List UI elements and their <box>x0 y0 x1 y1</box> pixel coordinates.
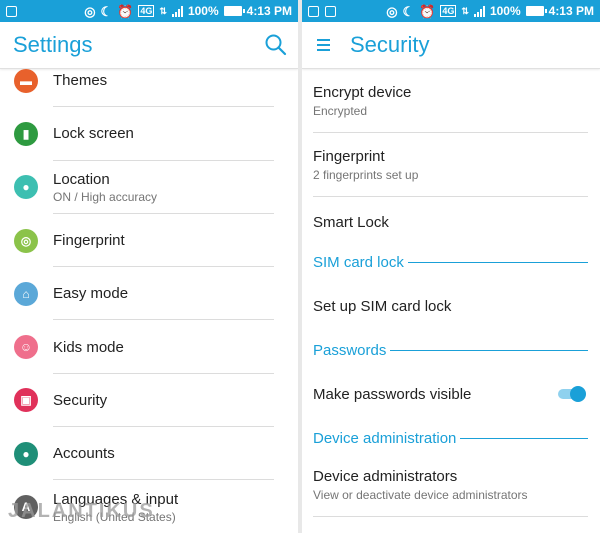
paint-roller-icon: ▬ <box>14 68 38 93</box>
moon-icon: ☾ <box>100 3 113 19</box>
security-screen: ◎ ☾ ⏰ 4G ⇅ 100% 4:13 PM Security Encrypt… <box>302 0 600 533</box>
settings-item-themes[interactable]: ▬ Themes <box>0 54 298 108</box>
lock-screen-icon: ▮ <box>14 121 38 146</box>
section-rule <box>390 349 588 351</box>
usb-icon <box>308 5 319 17</box>
section-rule <box>407 261 588 263</box>
section-header: Device administration <box>302 423 600 453</box>
settings-item-kids-mode[interactable]: ☺ Kids mode <box>0 320 298 374</box>
security-item-subtitle: 2 fingerprints set up <box>313 168 419 182</box>
alarm-icon: ⏰ <box>117 3 134 19</box>
menu-icon[interactable] <box>314 34 336 56</box>
alarm-icon: ⏰ <box>419 3 436 19</box>
settings-item-label: Easy mode <box>53 285 129 303</box>
battery-percent: 100% <box>489 4 521 18</box>
security-list: Encrypt device Encrypted Fingerprint 2 fing… <box>302 69 600 517</box>
account-icon: ● <box>14 441 38 466</box>
security-item-make-passwords-visible[interactable]: Make passwords visible <box>302 365 600 423</box>
network-type: 4G <box>440 5 457 17</box>
nfc-icon: ◎ <box>84 3 96 19</box>
settings-item-subtitle: ON / High accuracy <box>53 189 158 204</box>
security-item-smart-lock[interactable]: Smart Lock <box>302 197 600 247</box>
settings-item-text: Fingerprint <box>53 232 125 249</box>
security-item-label: Encrypt device <box>313 84 412 101</box>
security-item-fingerprint[interactable]: Fingerprint 2 fingerprints set up <box>302 133 600 197</box>
security-item-label: Smart Lock <box>313 213 389 231</box>
nfc-icon: ◎ <box>386 3 398 19</box>
padlock-icon: ▣ <box>14 388 38 413</box>
settings-item-label: Accounts <box>53 445 115 463</box>
settings-item-text: Kids mode <box>53 339 124 356</box>
battery-icon <box>525 6 547 16</box>
security-item-label: Make passwords visible <box>313 385 472 403</box>
security-item-device-administrators[interactable]: Device administrators View or deactivate … <box>302 453 600 517</box>
section-header: Passwords <box>302 335 600 365</box>
battery-percent: 100% <box>187 4 219 18</box>
settings-item-text: Easy mode <box>53 285 128 302</box>
section-rule <box>460 437 588 439</box>
fingerprint-icon: ◎ <box>14 228 38 253</box>
security-item-subtitle: View or deactivate device administrators <box>313 488 528 502</box>
kids-face-icon: ☺ <box>14 335 38 360</box>
settings-item-accounts[interactable]: ● Accounts <box>0 427 298 481</box>
image-icon <box>325 5 336 17</box>
settings-item-text: Themes <box>53 72 107 89</box>
settings-item-text: Lock screen <box>53 125 134 142</box>
settings-item-label: Themes <box>53 72 108 90</box>
section-header-label: Device administration <box>313 429 457 447</box>
settings-item-location[interactable]: ● Location ON / High accuracy <box>0 161 298 214</box>
signal-icon <box>473 5 485 17</box>
settings-item-label: Security <box>53 391 108 409</box>
network-type: 4G <box>138 5 155 17</box>
settings-screen: ◎ ☾ ⏰ 4G ⇅ 100% 4:13 PM Settings ▬ Themes… <box>0 0 298 533</box>
easy-mode-icon: ⌂ <box>14 281 38 306</box>
security-item-subtitle: Encrypted <box>313 104 368 118</box>
make-passwords-visible-toggle[interactable] <box>558 386 586 402</box>
settings-item-easy-mode[interactable]: ⌂ Easy mode <box>0 267 298 321</box>
clock: 4:13 PM <box>548 4 594 18</box>
settings-item-text: Accounts <box>53 445 115 462</box>
settings-item-security[interactable]: ▣ Security <box>0 374 298 428</box>
settings-item-label: Fingerprint <box>53 232 125 250</box>
section-header-label: Passwords <box>313 341 387 359</box>
watermark: JALANTIKUS <box>8 500 155 522</box>
settings-item-label: Location <box>53 170 110 188</box>
clock: 4:13 PM <box>246 4 292 18</box>
security-item-label: Set up SIM card lock <box>313 297 452 315</box>
security-item-label: Device administrators <box>313 468 458 485</box>
settings-item-label: Kids mode <box>53 338 124 356</box>
section-header-label: SIM card lock <box>313 253 404 271</box>
battery-icon <box>223 6 245 16</box>
settings-item-label: Lock screen <box>53 125 134 143</box>
data-arrows-icon: ⇅ <box>159 5 167 16</box>
settings-list: ▬ Themes ▮ Lock screen ● Location ON / High ac… <box>0 54 298 533</box>
moon-icon: ☾ <box>402 3 415 19</box>
security-item-label: Fingerprint <box>313 148 385 165</box>
security-item-encrypt-device[interactable]: Encrypt device Encrypted <box>302 69 600 133</box>
settings-item-text: Location ON / High accuracy <box>53 171 157 204</box>
usb-icon <box>6 5 17 17</box>
status-bar: ◎ ☾ ⏰ 4G ⇅ 100% 4:13 PM <box>0 0 298 22</box>
divider <box>313 516 588 517</box>
data-arrows-icon: ⇅ <box>461 5 469 16</box>
section-header: SIM card lock <box>302 247 600 277</box>
signal-icon <box>171 5 183 17</box>
location-pin-icon: ● <box>14 175 38 200</box>
settings-item-fingerprint[interactable]: ◎ Fingerprint <box>0 214 298 268</box>
status-bar: ◎ ☾ ⏰ 4G ⇅ 100% 4:13 PM <box>302 0 600 22</box>
page-title: Security <box>350 32 430 57</box>
settings-item-lock-screen[interactable]: ▮ Lock screen <box>0 107 298 161</box>
app-bar: Security <box>302 22 600 69</box>
security-item-set-up-sim-card-lock[interactable]: Set up SIM card lock <box>302 277 600 335</box>
settings-item-text: Security <box>53 392 107 409</box>
